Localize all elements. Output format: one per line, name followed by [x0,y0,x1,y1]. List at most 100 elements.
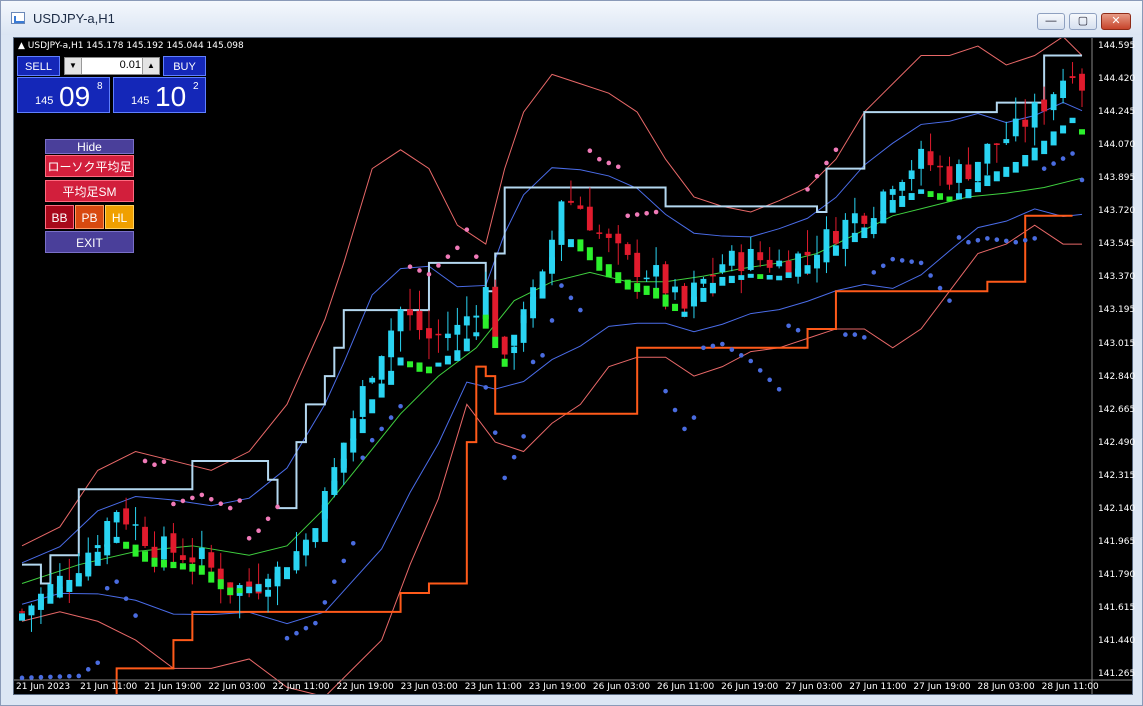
sell-price-button[interactable]: 145 09 8 [17,77,110,113]
lot-size-stepper[interactable]: ▼ 0.01 ▲ [64,57,160,75]
heikin-ashi-block [19,613,25,621]
heikin-ashi-block [624,279,631,290]
time-tick-label: 26 Jun 11:00 [657,682,715,692]
candle-body [94,545,101,549]
parabolic-sar-dot [890,256,896,262]
heikin-ashi-block [473,332,480,337]
heikin-ashi-block [37,599,44,610]
sell-button[interactable]: SELL [17,56,60,76]
price-tick-label: 144.070 [1098,140,1136,150]
heikin-ashi-block [586,247,593,261]
parabolic-sar-dot [388,415,394,420]
heikin-ashi-block [265,578,272,588]
heikin-ashi-block [151,557,158,567]
heikin-ashi-block [851,232,858,243]
lot-size-input[interactable]: 0.01 [83,59,141,71]
parabolic-sar-dot [483,385,489,390]
lot-decrease-button[interactable]: ▼ [65,58,82,74]
parabolic-sar-dot [1003,238,1009,244]
candle-body [946,166,953,185]
candle-body [567,200,574,203]
candle-body [832,231,839,244]
candle-body [1069,76,1076,79]
heikin-ashi-block [823,251,830,263]
hl-toggle-button[interactable]: HL [105,205,134,229]
parabolic-sar-dot [379,426,384,432]
price-tick-label: 144.420 [1098,74,1136,84]
heikin-ashi-block [984,175,991,187]
hide-button[interactable]: Hide [45,139,134,154]
candle-body [350,418,357,441]
heikin-ashi-block [340,458,347,473]
parabolic-sar-dot [691,415,697,420]
parabolic-sar-dot [190,495,195,501]
parabolic-sar-dot [540,353,545,358]
parabolic-sar-dot [597,156,602,162]
price-tick-label: 144.245 [1098,107,1136,117]
heikin-ashi-sm-button[interactable]: 平均足SM [45,180,134,202]
heikin-ashi-block [435,362,442,367]
time-tick-label: 23 Jun 11:00 [464,682,522,692]
candle-body [596,232,603,234]
heikin-ashi-block [444,355,451,365]
heikin-ashi-block [804,265,811,274]
sell-price-pip: 8 [97,81,103,92]
bb-toggle-button[interactable]: BB [45,205,74,229]
candle-body [643,277,650,280]
title-bar[interactable]: USDJPY-a,H1 — ▢ ✕ [1,1,1142,35]
parabolic-sar-dot [710,343,716,349]
time-tick-label: 26 Jun 03:00 [592,682,651,692]
parabolic-sar-dot [294,630,299,636]
price-chart [14,38,1132,694]
heikin-ashi-block [577,239,584,252]
parabolic-sar-dot [776,386,782,392]
heikin-ashi-block [530,296,537,311]
candle-body [208,552,215,568]
heikin-ashi-block [66,579,73,592]
parabolic-sar-dot [1022,238,1028,243]
candle-body [246,581,253,587]
buy-price-main: 10 [155,81,187,112]
parabolic-sar-dot [265,516,271,522]
parabolic-sar-dot [928,273,933,278]
buy-button[interactable]: BUY [163,56,206,76]
candle-body [615,233,622,244]
parabolic-sar-dot [313,620,318,626]
parabolic-sar-dot [104,585,110,591]
heikin-ashi-block [369,399,376,414]
parabolic-sar-dot [114,579,119,584]
candle-body [747,248,754,270]
time-tick-label: 23 Jun 03:00 [400,682,458,692]
parabolic-sar-dot [1070,151,1075,156]
heikin-ashi-block [719,276,726,286]
parabolic-sar-dot [1060,156,1066,161]
heikin-ashi-block [832,245,839,256]
heikin-ashi-block [558,230,565,245]
candle-body [927,151,934,166]
parabolic-sar-dot [208,496,214,502]
pb-toggle-button[interactable]: PB [75,205,104,229]
parabolic-sar-dot [152,462,157,468]
parabolic-sar-dot [947,298,952,303]
heikin-ashi-2-button[interactable]: ローソク平均足2 [45,155,134,196]
maximize-button[interactable]: ▢ [1069,13,1097,30]
buy-price-button[interactable]: 145 10 2 [113,77,206,113]
heikin-ashi-block [416,362,423,372]
bb-lower-outer-line [21,224,1082,694]
heikin-ashi-block [198,565,205,575]
chart-area[interactable]: ▲ USDJPY-a,H1 145.178 145.192 145.044 14… [13,37,1135,695]
heikin-ashi-block [918,189,925,194]
heikin-ashi-block [1079,129,1085,135]
price-tick-label: 141.615 [1098,602,1136,613]
parabolic-sar-dot [956,235,962,240]
heikin-ashi-block [132,544,139,557]
parabolic-sar-dot [672,407,678,413]
lot-increase-button[interactable]: ▲ [142,58,159,74]
minimize-button[interactable]: — [1037,13,1065,30]
candle-body [681,285,688,309]
parabolic-sar-dot [67,673,72,679]
parabolic-sar-dot [502,475,507,481]
exit-button[interactable]: EXIT [45,231,134,253]
close-button[interactable]: ✕ [1101,13,1131,30]
candle-body [719,264,726,273]
